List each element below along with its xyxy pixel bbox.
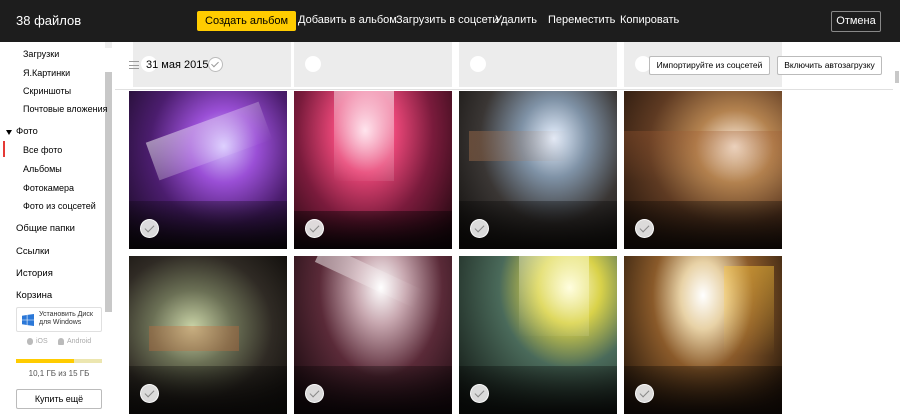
install-label-line-1: Установить Диск — [39, 311, 93, 318]
date-header: 31 мая 2015 Импортируйте из соцсетей Вкл… — [115, 42, 900, 87]
sidebar-item-all-photos[interactable]: Все фото — [23, 145, 62, 155]
storage-bar — [16, 359, 102, 363]
sidebar-item-shared-folders[interactable]: Общие папки — [16, 223, 75, 234]
delete-button[interactable]: Удалить — [495, 14, 537, 26]
active-indicator — [3, 141, 5, 157]
sidebar-item-links[interactable]: Ссылки — [16, 246, 49, 257]
sidebar-scrollbar-top — [105, 42, 112, 48]
photo-thumbnail[interactable] — [624, 91, 782, 249]
photo-thumbnail[interactable] — [129, 91, 287, 249]
checkmark-icon[interactable] — [470, 384, 489, 403]
enable-autoload-button[interactable]: Включить автозагрузку — [777, 56, 882, 75]
sidebar-item-trash[interactable]: Корзина — [16, 290, 52, 301]
photo-thumbnail[interactable] — [294, 256, 452, 414]
sidebar-item-history[interactable]: История — [16, 268, 53, 279]
add-to-album-button[interactable]: Добавить в альбом — [298, 14, 397, 26]
checkmark-icon[interactable] — [140, 219, 159, 238]
cancel-button[interactable]: Отмена — [831, 11, 881, 32]
sidebar-item-albums[interactable]: Альбомы — [23, 164, 62, 174]
upload-to-social-button[interactable]: Загрузить в соцсети — [396, 14, 499, 26]
install-label-line-2: для Windows — [39, 319, 82, 326]
photo-thumbnail[interactable] — [459, 256, 617, 414]
checkmark-icon[interactable] — [470, 219, 489, 238]
page-scrollbar-thumb[interactable] — [895, 71, 899, 83]
page-scrollbar[interactable] — [893, 42, 900, 420]
import-from-social-button[interactable]: Импортируйте из соцсетей — [649, 56, 770, 75]
top-toolbar: 38 файлов Создать альбом Добавить в альб… — [0, 0, 900, 42]
copy-button[interactable]: Копировать — [620, 14, 679, 26]
expand-arrow-icon[interactable] — [6, 130, 12, 135]
sidebar: Загрузки Я.Картинки Скриншоты Почтовые в… — [0, 42, 115, 420]
checkmark-icon[interactable] — [140, 384, 159, 403]
checkmark-icon[interactable] — [305, 219, 324, 238]
checkmark-icon[interactable] — [635, 384, 654, 403]
move-button[interactable]: Переместить — [548, 14, 615, 26]
file-count: 38 файлов — [16, 13, 82, 28]
select-date-checkmark-icon[interactable] — [208, 57, 223, 72]
storage-text: 10,1 ГБ из 15 ГБ — [28, 369, 90, 378]
sidebar-item-downloads[interactable]: Загрузки — [23, 49, 59, 59]
ios-link[interactable]: iOS — [36, 338, 48, 345]
photo-thumbnail[interactable] — [129, 256, 287, 414]
buy-more-button[interactable]: Купить ещё — [16, 389, 102, 409]
checkmark-icon[interactable] — [635, 219, 654, 238]
sidebar-item-social-photos[interactable]: Фото из соцсетей — [23, 201, 96, 211]
storage-fill — [16, 359, 74, 363]
sidebar-section-photo[interactable]: Фото — [16, 126, 38, 137]
photo-thumbnail[interactable] — [624, 256, 782, 414]
date-label: 31 мая 2015 — [146, 59, 209, 71]
windows-icon — [22, 314, 34, 326]
sidebar-item-screenshots[interactable]: Скриншоты — [23, 86, 71, 96]
android-link[interactable]: Android — [67, 338, 91, 345]
checkmark-icon[interactable] — [305, 384, 324, 403]
sidebar-item-mail-attachments[interactable]: Почтовые вложения — [23, 104, 107, 114]
sidebar-item-camera[interactable]: Фотокамера — [23, 183, 74, 193]
divider — [115, 89, 900, 90]
apple-icon — [27, 338, 33, 345]
photo-thumbnail[interactable] — [459, 91, 617, 249]
photo-thumbnail[interactable] — [294, 91, 452, 249]
photo-content: 31 мая 2015 Импортируйте из соцсетей Вкл… — [115, 42, 900, 420]
install-disk-windows-button[interactable]: Установить Диск для Windows — [16, 307, 102, 332]
hamburger-icon[interactable] — [129, 61, 139, 69]
android-icon — [58, 338, 64, 345]
sidebar-item-yandex-images[interactable]: Я.Картинки — [23, 68, 70, 78]
install-label: Установить Диск для Windows — [39, 311, 93, 327]
create-album-button[interactable]: Создать альбом — [197, 11, 297, 31]
